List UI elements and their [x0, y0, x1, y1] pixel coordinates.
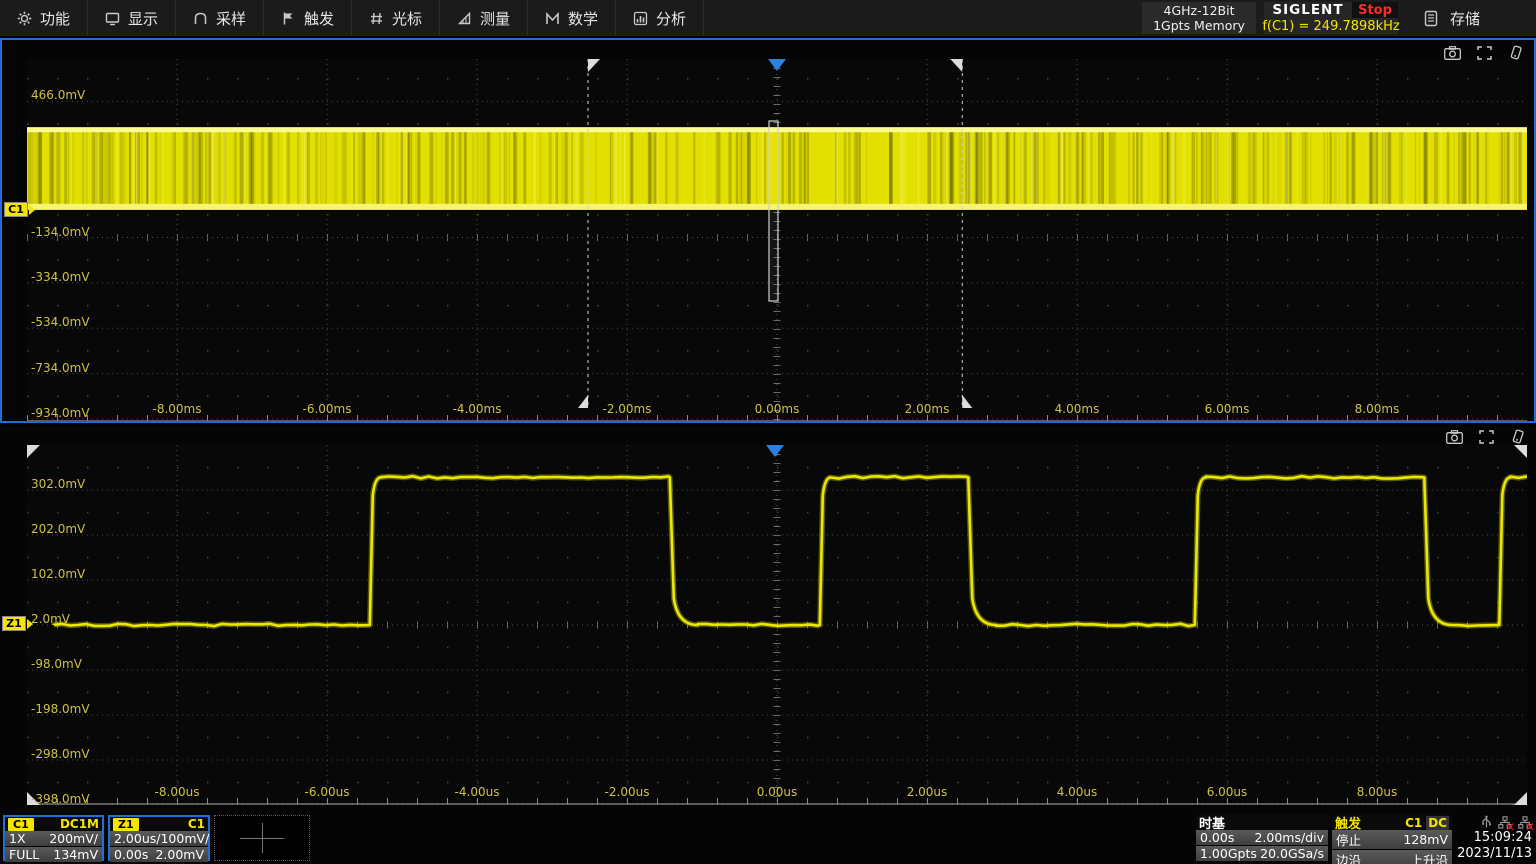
brand-cluster: SIGLENT Stop f(C1) = 249.7898kHz	[1264, 2, 1398, 34]
menu-item-label: 触发	[304, 8, 334, 29]
menu-item-trigger[interactable]: 触发	[264, 0, 352, 36]
flag-icon	[281, 11, 296, 26]
menu-item-label: 数学	[568, 8, 598, 29]
z1-offset: 2.00mV	[155, 847, 204, 862]
channel-c1-offset-marker[interactable]: C1	[4, 202, 28, 217]
menu-item-label: 测量	[480, 8, 510, 29]
zoom-z1-descriptor[interactable]: Z1 C1 2.00us/100mV/ 0.00s 2.00mV	[108, 815, 210, 861]
z1-trace-glow	[54, 476, 1527, 626]
menu-item-function[interactable]: 功能	[0, 0, 88, 36]
monitor-icon	[105, 11, 120, 26]
trigger-position-marker[interactable]	[768, 59, 786, 71]
main-graticule: 466.0mV-134.0mV-334.0mV-534.0mV-734.0mV-…	[27, 59, 1527, 422]
trigger-source: C1	[1405, 816, 1422, 830]
z1-trace	[54, 476, 1527, 626]
menu-item-cursors[interactable]: 光标	[352, 0, 440, 36]
menu-bar-right: 4GHz-12Bit 1Gpts Memory SIGLENT Stop f(C…	[1136, 0, 1536, 36]
add-channel-box[interactable]	[214, 815, 310, 861]
menu-item-display[interactable]: 显示	[88, 0, 176, 36]
fullscreen-icon[interactable]	[1477, 46, 1492, 60]
connectivity-icons: ✕ ✕	[1481, 815, 1532, 829]
zoom-z1-offset-marker[interactable]: Z1	[2, 616, 26, 631]
system-time: 15:09:24	[1474, 830, 1532, 845]
add-channel-icon	[240, 823, 284, 853]
c1-coupling: DC1M	[60, 817, 99, 831]
zoom-waveform-window[interactable]: 302.0mV202.0mV102.0mV2.0mV-98.0mV-198.0m…	[0, 425, 1536, 812]
timebase-rate: 20.0GSa/s	[1260, 846, 1324, 861]
trigger-slope: 上升沿	[1410, 850, 1448, 864]
ruler-icon	[457, 11, 472, 26]
timebase-descriptor[interactable]: 时基 0.00s2.00ms/div 1.00Gpts20.0GSa/s	[1196, 815, 1328, 861]
spec-bandwidth: 4GHz-12Bit	[1164, 3, 1235, 18]
zoom-window-toolbar	[1446, 429, 1526, 444]
trigger-position-marker[interactable]	[766, 445, 784, 457]
trigger-descriptor[interactable]: 触发 C1 DC 停止128mV 边沿上升沿	[1332, 815, 1452, 861]
menu-item-math[interactable]: 数学	[528, 0, 616, 36]
trigger-coupling: DC	[1426, 816, 1449, 830]
trigger-level: 128mV	[1403, 832, 1448, 847]
clipboard-icon	[1424, 10, 1438, 27]
main-window-toolbar	[1444, 45, 1524, 60]
run-state-indicator[interactable]: Stop	[1352, 2, 1398, 18]
menu-item-label: 显示	[128, 8, 158, 29]
rotate-window-icon[interactable]	[1508, 45, 1524, 60]
z1-source: C1	[188, 817, 205, 831]
oscilloscope-screen: 功能 显示 采样 触发 光标 测量 数学 分析 4GHz-12Bit 1Gpts Memory…	[0, 0, 1536, 864]
c1-scale: 200mV/	[49, 831, 98, 846]
sample-icon	[193, 11, 208, 26]
zoom-window-box	[769, 121, 778, 301]
usb-icon	[1481, 815, 1492, 829]
timebase-scale: 2.00ms/div	[1254, 830, 1324, 845]
menu-item-label: 光标	[392, 8, 422, 29]
c1-probe: 1X	[9, 831, 26, 846]
math-icon	[545, 11, 560, 26]
brand-logo: SIGLENT	[1264, 2, 1352, 18]
system-date: 2023/11/13	[1457, 846, 1532, 861]
z1-delay: 0.00s	[114, 847, 148, 862]
menu-item-label: 功能	[40, 8, 70, 29]
lan-icon-disconnected: ✕	[1498, 816, 1512, 829]
menu-item-measure[interactable]: 测量	[440, 0, 528, 36]
scope-spec-box: 4GHz-12Bit 1Gpts Memory	[1142, 2, 1256, 34]
menu-item-label: 分析	[656, 8, 686, 29]
spec-memory: 1Gpts Memory	[1153, 18, 1245, 33]
fullscreen-icon[interactable]	[1479, 430, 1494, 444]
channel-c1-descriptor[interactable]: C1 DC1M 1X 200mV/ FULL 134mV	[3, 815, 104, 861]
trigger-state: 停止	[1336, 830, 1361, 849]
menu-item-acquire[interactable]: 采样	[176, 0, 264, 36]
z1-badge: Z1	[113, 818, 139, 831]
main-waveform-window[interactable]: 466.0mV-134.0mV-334.0mV-534.0mV-734.0mV-…	[0, 38, 1536, 423]
menu-item-analysis[interactable]: 分析	[616, 0, 704, 36]
c1-bandwidth: FULL	[9, 847, 39, 862]
rotate-window-icon[interactable]	[1510, 429, 1526, 444]
z1-scale: 100mV/	[160, 831, 209, 846]
zoom-graticule: 302.0mV202.0mV102.0mV2.0mV-98.0mV-198.0m…	[27, 445, 1527, 805]
camera-icon[interactable]	[1446, 430, 1463, 444]
timebase-delay: 0.00s	[1200, 830, 1234, 845]
z1-timebase: 2.00us/	[114, 831, 160, 846]
lan-icon-disconnected: ✕	[1518, 816, 1532, 829]
timebase-points: 1.00Gpts	[1200, 846, 1257, 861]
storage-button[interactable]: 存储	[1414, 0, 1490, 36]
camera-icon[interactable]	[1444, 46, 1461, 60]
storage-label: 存储	[1450, 8, 1480, 29]
c1-offset: 134mV	[53, 847, 98, 862]
trigger-type: 边沿	[1336, 850, 1361, 864]
status-bar: C1 DC1M 1X 200mV/ FULL 134mV Z1 C1 2.00us/…	[0, 812, 1536, 864]
hash-icon	[369, 11, 384, 26]
menu-item-label: 采样	[216, 8, 246, 29]
c1-badge: C1	[8, 818, 34, 831]
clock-box: ✕ ✕ 15:09:24 2023/11/13	[1456, 815, 1534, 861]
chart-icon	[633, 11, 648, 26]
frequency-counter-readout: f(C1) = 249.7898kHz	[1264, 18, 1398, 34]
gear-icon	[17, 11, 32, 26]
